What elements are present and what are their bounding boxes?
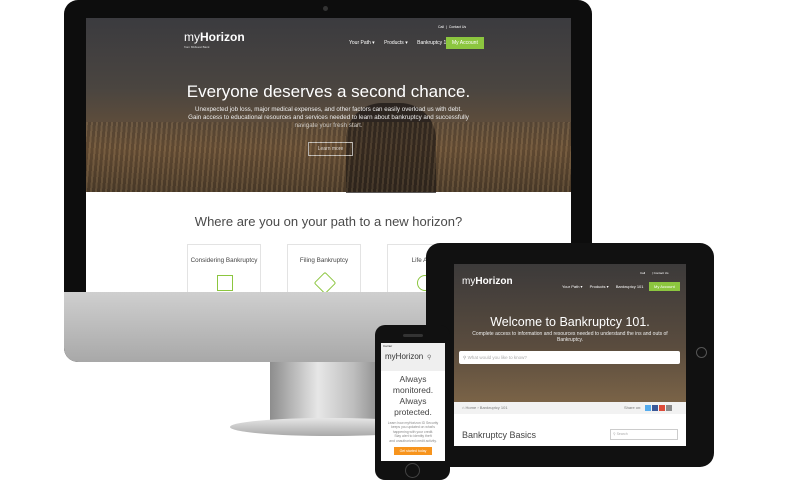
phone-logo[interactable]: myHorizon [385, 352, 423, 361]
home-icon: ⌂ [462, 405, 465, 410]
tablet-logo[interactable]: myHorizon [462, 276, 513, 287]
section-title: Where are you on your path to a new hori… [194, 214, 463, 229]
lock-icon: ⚲ [427, 355, 432, 361]
email-icon[interactable] [666, 405, 672, 411]
tablet-subtitle: Complete access to information and resou… [472, 331, 668, 343]
hero-banner: myHorizon from Midwest Bank Call | Conta… [86, 18, 571, 193]
tablet-section-heading: Bankruptcy Basics [462, 430, 537, 440]
tablet-search-input[interactable]: ⚲ What would you like to know? [459, 351, 680, 364]
phone-screen: Carrier myHorizon ⚲ Always monitored. Al… [381, 343, 445, 461]
tablet-home-button [696, 347, 707, 358]
breadcrumb: ⌂ Home › Bankruptcy 101 Share on: [454, 402, 686, 414]
twitter-icon[interactable] [645, 405, 651, 411]
call-link[interactable]: Call [438, 25, 444, 29]
camera-icon [323, 6, 328, 11]
phone-home-button [405, 463, 420, 478]
phone-header: Carrier myHorizon ⚲ [381, 343, 445, 371]
tablet-title: Welcome to Bankruptcy 101. [490, 315, 650, 329]
tablet-utility-links: Call | Contact Us [640, 271, 669, 275]
search-icon: ⚲ [463, 355, 467, 360]
my-account-button[interactable]: My Account [446, 37, 484, 49]
tablet-nav: Your Path ▾ Products ▾ Bankruptcy 101 [562, 284, 650, 289]
get-started-button[interactable]: Get started today [394, 447, 432, 455]
card-considering-bankruptcy[interactable]: Considering Bankruptcy [187, 244, 261, 292]
phone-body-text: Learn how myHorizon ID Security keeps yo… [387, 421, 439, 443]
nav-your-path[interactable]: Your Path ▾ [349, 40, 375, 46]
tablet-hero: myHorizon Call | Contact Us Your Path ▾ … [454, 264, 686, 402]
gavel-icon [313, 271, 337, 292]
phone-headline: Always monitored. Always protected. [392, 374, 434, 417]
phone-status-bar: Carrier [383, 344, 393, 348]
tablet-nav-products[interactable]: Products ▾ [590, 284, 609, 289]
tablet-nav-your-path[interactable]: Your Path ▾ [562, 284, 583, 289]
card-filing-bankruptcy[interactable]: Filing Bankruptcy [287, 244, 361, 292]
nav-products[interactable]: Products ▾ [384, 40, 408, 46]
contact-us-link[interactable]: Contact Us [449, 25, 466, 29]
hero-description: Unexpected job loss, major medical expen… [188, 106, 469, 129]
tablet-nav-bankruptcy-101[interactable]: Bankruptcy 101 [616, 284, 644, 289]
tablet-sidebar-search[interactable]: ⚲ Search [610, 429, 678, 440]
site-logo[interactable]: myHorizon from Midwest Bank [184, 30, 245, 49]
facebook-icon[interactable] [652, 405, 658, 411]
learn-more-button[interactable]: Learn more [308, 142, 353, 156]
tablet-my-account-button[interactable]: My Account [649, 282, 680, 291]
main-nav: Your Path ▾ Products ▾ Bankruptcy 101 [349, 40, 460, 46]
checklist-icon [217, 275, 233, 291]
utility-links: Call | Contact Us [438, 25, 467, 29]
search-icon: ⚲ [613, 432, 616, 436]
tablet-screen: myHorizon Call | Contact Us Your Path ▾ … [454, 264, 686, 446]
google-plus-icon[interactable] [659, 405, 665, 411]
phone-speaker [403, 334, 423, 337]
hero-title: Everyone deserves a second chance. [186, 82, 471, 101]
